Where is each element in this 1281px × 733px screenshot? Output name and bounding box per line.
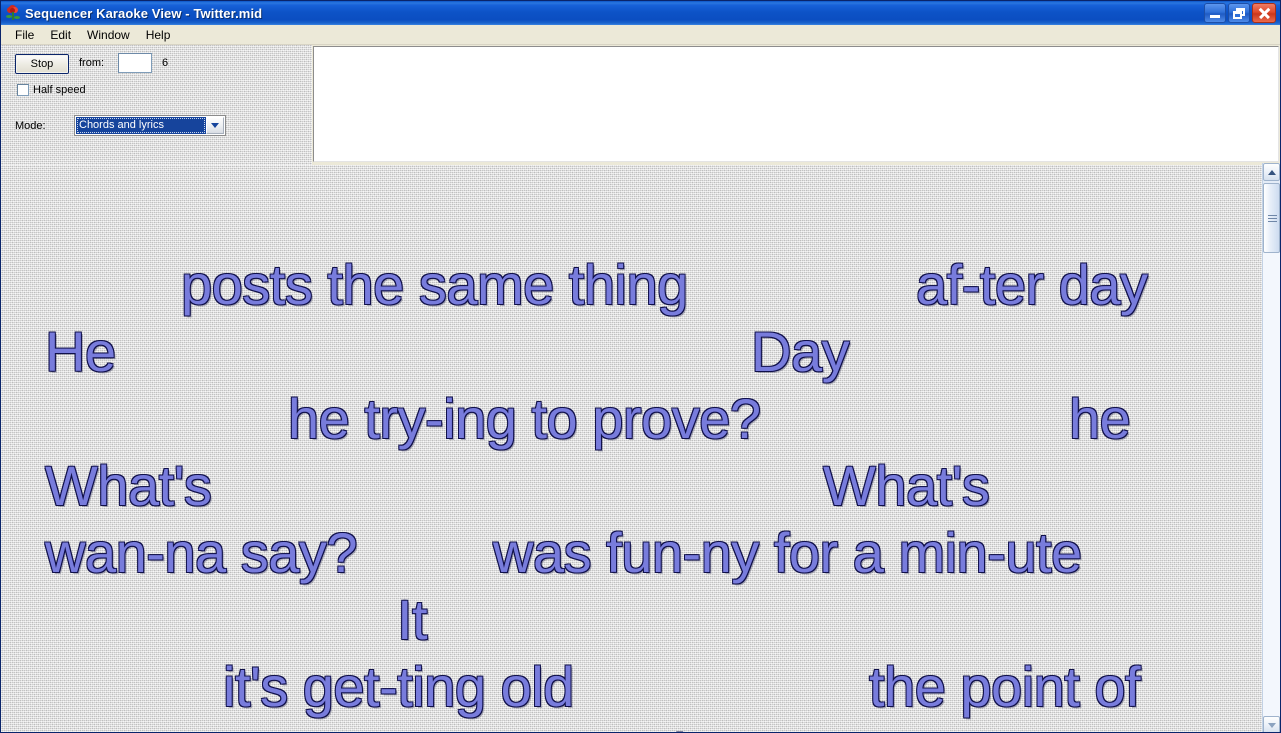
scrollbar-thumb[interactable] <box>1263 183 1280 253</box>
lyric-word: it's get-ting old <box>223 655 574 718</box>
rose-icon <box>4 4 22 22</box>
minimize-button[interactable] <box>1204 3 1226 23</box>
menu-item-file[interactable]: File <box>7 26 42 44</box>
mode-select-value: Chords and lyrics <box>76 117 206 134</box>
minimize-icon <box>1210 15 1220 18</box>
title-bar: Sequencer Karaoke View - Twitter.mid <box>1 1 1280 25</box>
scroll-down-icon <box>1267 722 1276 728</box>
karaoke-window: Sequencer Karaoke View - Twitter.mid Fil… <box>0 0 1281 733</box>
lyric-row: it's get-ting old the point of <box>1 655 1264 722</box>
half-speed-checkbox[interactable]: Half speed <box>17 84 86 96</box>
lyric-word: What's <box>45 454 212 517</box>
scrollbar-grip-icon <box>1268 215 1277 222</box>
lyric-word: It <box>397 588 428 651</box>
current-measure-value: 6 <box>162 57 169 69</box>
chevron-down-icon[interactable] <box>206 117 224 134</box>
lyric-word: What's <box>621 722 788 732</box>
lyric-word: What's <box>823 454 990 517</box>
lyric-row: Now What's <box>1 722 1264 732</box>
menu-item-edit[interactable]: Edit <box>42 26 79 44</box>
lyric-word: he try-ing to prove? <box>288 387 761 450</box>
lyric-row: He Day <box>1 320 1264 387</box>
lyric-row: wan-na say? was fun-ny for a min-ute <box>1 521 1264 588</box>
scroll-down-button[interactable] <box>1263 716 1280 732</box>
window-title: Sequencer Karaoke View - Twitter.mid <box>25 5 263 21</box>
lyric-word: the point of <box>869 655 1141 718</box>
scroll-up-icon <box>1267 169 1276 175</box>
control-strip: Stop from: 6 Half speed Mode: Chords and… <box>1 45 1280 165</box>
stop-button[interactable]: Stop <box>15 54 69 74</box>
scroll-up-button[interactable] <box>1263 163 1280 181</box>
transport-controls: Stop from: 6 Half speed Mode: Chords and… <box>1 45 312 165</box>
lyric-row: It <box>1 588 1264 655</box>
from-label: from: <box>79 57 105 69</box>
lyric-word: Day <box>751 320 850 383</box>
from-measure-input[interactable] <box>118 53 152 73</box>
checkbox-box-icon <box>17 84 29 96</box>
menu-bar: File Edit Window Help <box>1 25 1280 45</box>
menu-item-window[interactable]: Window <box>79 26 138 44</box>
caption-buttons <box>1204 3 1276 23</box>
close-button[interactable] <box>1252 3 1276 23</box>
mode-select[interactable]: Chords and lyrics <box>74 115 226 136</box>
lyric-row: he try-ing to prove? he <box>1 387 1264 454</box>
menu-item-help[interactable]: Help <box>138 26 179 44</box>
lyrics-canvas: posts the same thing af-ter day He Day h… <box>1 165 1264 732</box>
stop-button-label: Stop <box>16 55 68 73</box>
lyric-row: posts the same thing af-ter day <box>1 253 1264 320</box>
chord-preview-panel <box>313 46 1279 162</box>
lyric-word: Now <box>45 722 156 732</box>
vertical-scrollbar[interactable] <box>1262 163 1280 732</box>
restore-button[interactable] <box>1228 3 1250 23</box>
half-speed-label: Half speed <box>33 84 86 96</box>
lyric-word: He <box>45 320 116 383</box>
lyric-word: was fun-ny for a min-ute <box>493 521 1082 584</box>
lyric-word: he <box>1069 387 1131 450</box>
lyric-row: What's What's <box>1 454 1264 521</box>
lyric-word: wan-na say? <box>45 521 358 584</box>
lyric-word: af-ter day <box>916 253 1148 316</box>
lyric-word: posts the same thing <box>181 253 688 316</box>
mode-label: Mode: <box>15 120 46 132</box>
